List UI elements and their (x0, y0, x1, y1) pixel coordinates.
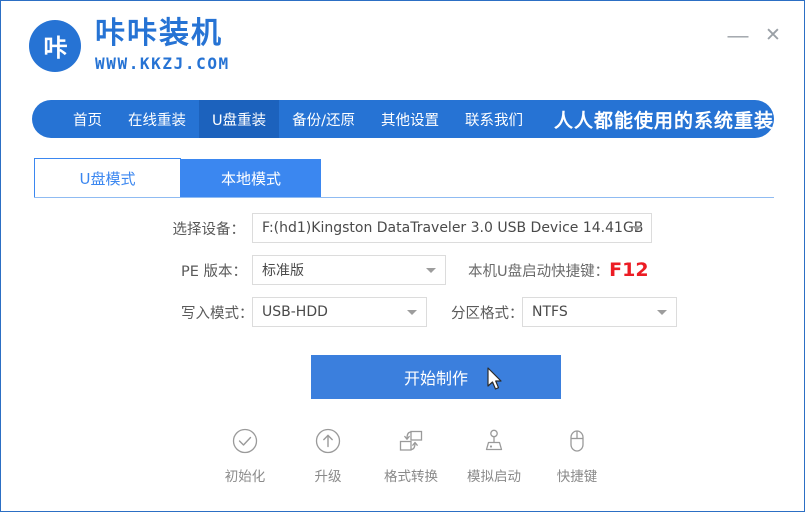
close-button[interactable]: ✕ (760, 23, 786, 49)
tool-format-convert[interactable]: 格式转换 (372, 426, 450, 485)
partition-format-select[interactable]: NTFS (522, 297, 677, 327)
tool-initialize-label: 初始化 (225, 465, 266, 485)
tool-simulate-boot[interactable]: 模拟启动 (455, 426, 533, 485)
partition-format-label: 分区格式： (451, 302, 515, 323)
tool-initialize[interactable]: 初始化 (206, 426, 284, 485)
write-mode-select-value: USB-HDD (262, 304, 328, 320)
write-mode-select[interactable]: USB-HDD (252, 297, 427, 327)
boot-hotkey-value: F12 (609, 259, 648, 281)
tool-format-convert-label: 格式转换 (384, 465, 438, 485)
format-convert-icon (396, 426, 426, 456)
pe-version-select[interactable]: 标准版 (252, 255, 446, 285)
nav-item-contact-us[interactable]: 联系我们 (452, 100, 536, 138)
brand-website-url: WWW.KKZJ.COM (95, 56, 230, 72)
partition-format-select-value: NTFS (532, 304, 568, 320)
tab-divider (34, 197, 774, 198)
pe-version-select-value: 标准版 (262, 260, 304, 280)
tab-usb-mode[interactable]: U盘模式 (34, 158, 181, 197)
brand-text-group: 咔咔装机 WWW.KKZJ.COM (95, 19, 230, 72)
usb-settings-form: 选择设备： F:(hd1)Kingston DataTraveler 3.0 U… (1, 213, 804, 339)
nav-item-usb-reinstall[interactable]: U盘重装 (199, 100, 279, 138)
nav-item-other-settings[interactable]: 其他设置 (368, 100, 452, 138)
mouse-icon (562, 426, 592, 456)
brand-logo-group: 咔 咔咔装机 WWW.KKZJ.COM (29, 19, 230, 72)
nav-item-list: 首页 在线重装 U盘重装 备份/还原 其他设置 联系我们 (60, 100, 536, 138)
nav-item-home[interactable]: 首页 (60, 100, 115, 138)
app-title: 咔咔装机 (95, 19, 230, 49)
main-navigation-bar: 首页 在线重装 U盘重装 备份/还原 其他设置 联系我们 人人都能使用的系统重装… (32, 100, 774, 138)
title-bar: 咔 咔咔装机 WWW.KKZJ.COM — ✕ (1, 1, 804, 93)
app-logo-icon: 咔 (29, 20, 81, 72)
device-label: 选择设备： (167, 218, 245, 239)
chevron-down-icon (632, 226, 642, 231)
chevron-down-icon (407, 310, 417, 315)
tool-hotkey[interactable]: 快捷键 (538, 426, 616, 485)
tool-simulate-boot-label: 模拟启动 (467, 465, 521, 485)
start-make-button[interactable]: 开始制作 (311, 355, 561, 399)
device-row: 选择设备： F:(hd1)Kingston DataTraveler 3.0 U… (1, 213, 804, 243)
chevron-down-icon (426, 268, 436, 273)
boot-hotkey-label: 本机U盘启动快捷键： (468, 264, 609, 280)
device-select[interactable]: F:(hd1)Kingston DataTraveler 3.0 USB Dev… (252, 213, 652, 243)
tool-upgrade-label: 升级 (315, 465, 342, 485)
chevron-down-icon (657, 310, 667, 315)
joystick-icon (479, 426, 509, 456)
app-window: 咔 咔咔装机 WWW.KKZJ.COM — ✕ 首页 在线重装 U盘重装 备份/… (0, 0, 805, 512)
write-mode-row: 写入模式： USB-HDD 分区格式： NTFS (1, 297, 804, 327)
mode-tab-bar: U盘模式 本地模式 (34, 159, 321, 197)
tab-local-mode[interactable]: 本地模式 (181, 159, 321, 197)
nav-item-backup-restore[interactable]: 备份/还原 (279, 100, 368, 138)
minimize-button[interactable]: — (725, 23, 751, 49)
tool-hotkey-label: 快捷键 (557, 465, 598, 485)
check-circle-icon (230, 426, 260, 456)
device-select-value: F:(hd1)Kingston DataTraveler 3.0 USB Dev… (262, 220, 643, 236)
pe-version-label: PE 版本： (181, 260, 245, 281)
write-mode-label: 写入模式： (181, 302, 245, 323)
arrow-up-circle-icon (313, 426, 343, 456)
pe-version-row: PE 版本： 标准版 本机U盘启动快捷键：F12 (1, 255, 804, 285)
nav-item-online-reinstall[interactable]: 在线重装 (115, 100, 199, 138)
tool-upgrade[interactable]: 升级 (289, 426, 367, 485)
nav-tagline: 人人都能使用的系统重装工具 (554, 106, 774, 133)
boot-hotkey-info: 本机U盘启动快捷键：F12 (468, 259, 649, 281)
tool-shortcut-row: 初始化 升级 (206, 426, 616, 485)
